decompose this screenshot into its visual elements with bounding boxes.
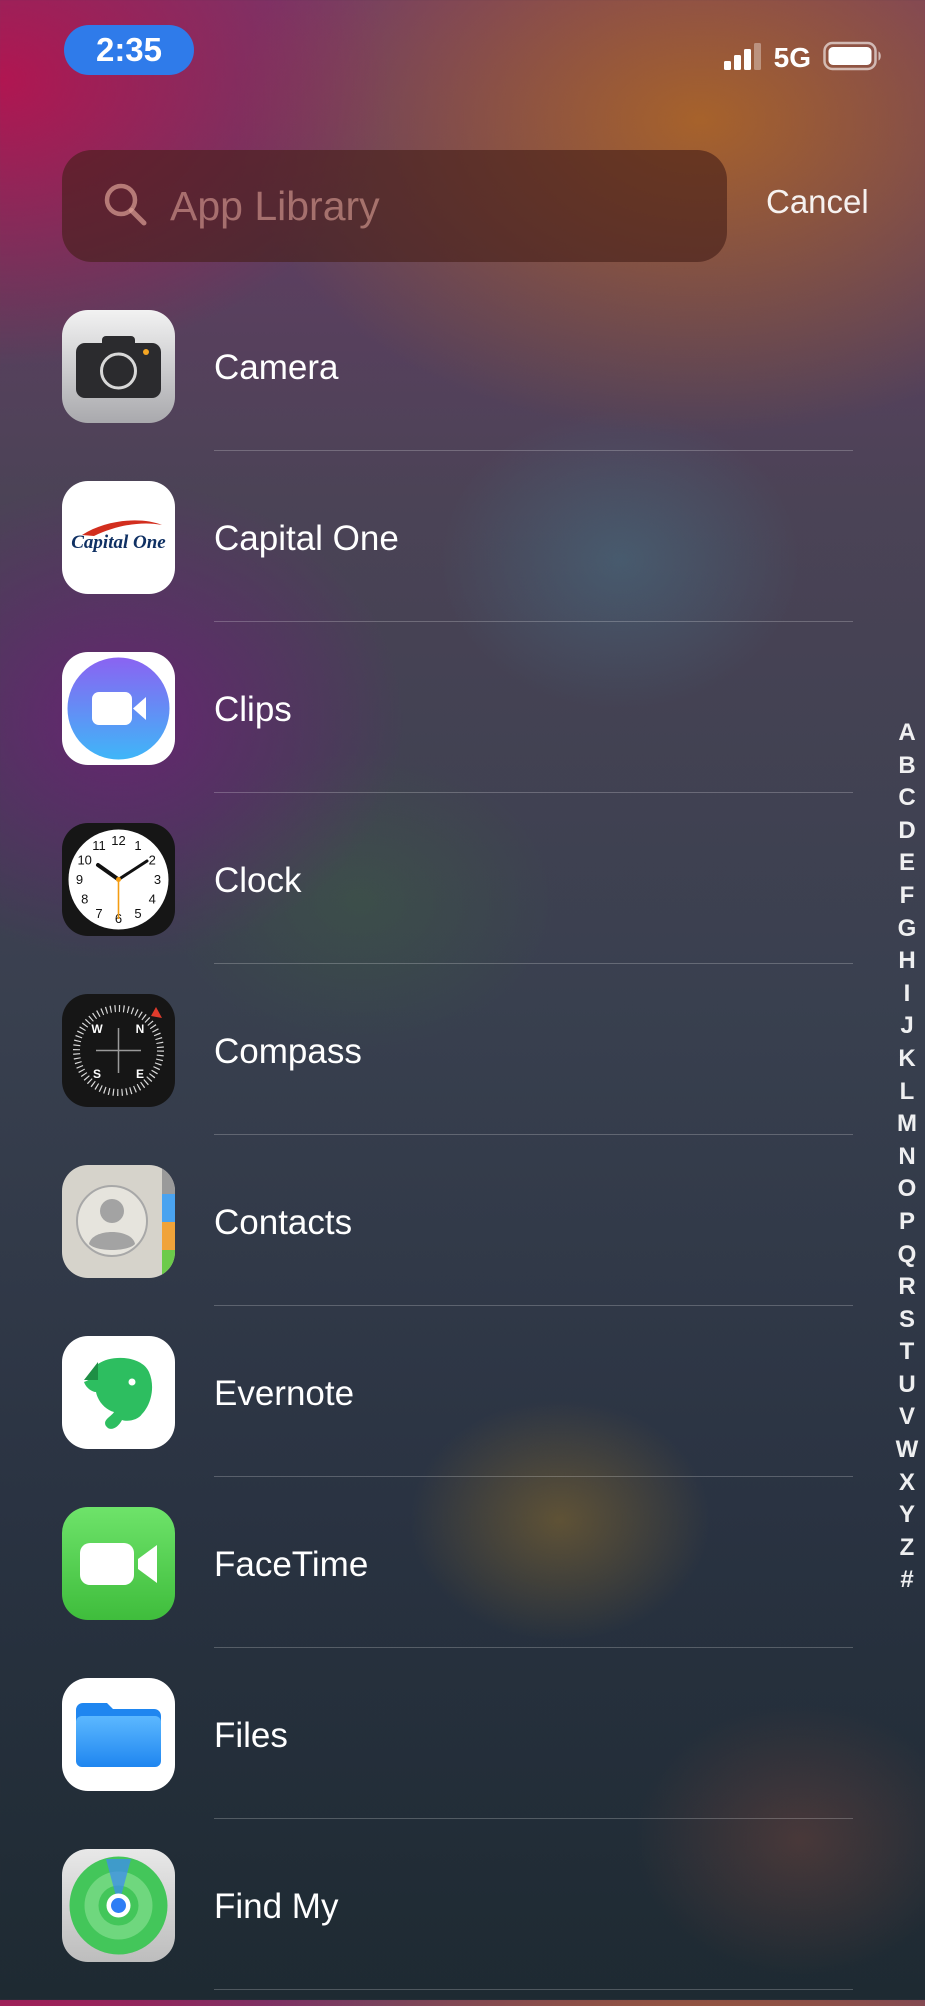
clock-number: 2 bbox=[149, 853, 156, 868]
evernote-icon bbox=[62, 1336, 175, 1449]
clock-number: 5 bbox=[134, 906, 141, 921]
index-letter[interactable]: N bbox=[898, 1141, 915, 1174]
index-letter[interactable]: Q bbox=[898, 1239, 917, 1272]
index-letter[interactable]: I bbox=[904, 978, 911, 1011]
find-my-icon bbox=[62, 1849, 175, 1962]
index-letter[interactable]: M bbox=[897, 1108, 917, 1141]
cancel-button[interactable]: Cancel bbox=[766, 183, 869, 221]
app-list: Camera Capital One Capital One Clips 12 … bbox=[0, 296, 925, 2006]
clock-icon: 121234567891011 bbox=[62, 823, 175, 936]
index-letter[interactable]: X bbox=[899, 1467, 915, 1500]
list-item-files[interactable]: Files bbox=[0, 1664, 925, 1835]
app-name: Clips bbox=[214, 690, 292, 729]
index-letter[interactable]: C bbox=[898, 782, 915, 815]
index-letter[interactable]: B bbox=[898, 750, 915, 783]
battery-icon bbox=[823, 41, 883, 76]
index-letter[interactable]: K bbox=[898, 1043, 915, 1076]
index-letter[interactable]: D bbox=[898, 815, 915, 848]
index-letter[interactable]: V bbox=[899, 1401, 915, 1434]
contacts-icon bbox=[62, 1165, 175, 1278]
list-item-capital-one[interactable]: Capital One Capital One bbox=[0, 467, 925, 638]
list-item-clock[interactable]: 121234567891011 Clock bbox=[0, 809, 925, 980]
signal-bars-icon bbox=[723, 42, 762, 75]
app-name: Find My bbox=[214, 1887, 339, 1926]
search-icon bbox=[102, 181, 148, 232]
list-item-facetime[interactable]: FaceTime bbox=[0, 1493, 925, 1664]
index-letter[interactable]: U bbox=[898, 1369, 915, 1402]
list-item-evernote[interactable]: Evernote bbox=[0, 1322, 925, 1493]
app-name: Compass bbox=[214, 1032, 362, 1071]
clock-number: 9 bbox=[76, 872, 83, 887]
index-letter[interactable]: H bbox=[898, 945, 915, 978]
row-divider bbox=[214, 1647, 853, 1648]
list-item-clips[interactable]: Clips bbox=[0, 638, 925, 809]
alphabet-index[interactable]: A B C D E F G H I J K L M N O P Q R S T U V W X Y Z # bbox=[890, 717, 924, 1597]
app-name: Evernote bbox=[214, 1374, 355, 1413]
clock-number: 8 bbox=[81, 892, 88, 907]
compass-n: N bbox=[136, 1022, 145, 1036]
capital-one-logo-text: Capital One bbox=[71, 532, 166, 553]
index-letter[interactable]: R bbox=[898, 1271, 915, 1304]
camera-icon bbox=[62, 310, 175, 423]
search-input[interactable] bbox=[170, 182, 690, 230]
row-divider bbox=[214, 1305, 853, 1306]
index-letter[interactable]: Y bbox=[899, 1499, 915, 1532]
compass-s: S bbox=[93, 1067, 101, 1081]
files-icon bbox=[62, 1678, 175, 1791]
row-divider bbox=[214, 1818, 853, 1819]
index-letter[interactable]: P bbox=[899, 1206, 915, 1239]
index-letter[interactable]: G bbox=[898, 913, 917, 946]
status-indicators: 5G bbox=[723, 38, 883, 78]
index-letter[interactable]: W bbox=[896, 1434, 919, 1467]
clock-number: 1 bbox=[134, 838, 141, 853]
clock-number: 12 bbox=[111, 833, 125, 848]
list-item-contacts[interactable]: Contacts bbox=[0, 1151, 925, 1322]
clips-icon bbox=[62, 652, 175, 765]
compass-icon: N E S W bbox=[62, 994, 175, 1107]
index-letter[interactable]: S bbox=[899, 1304, 915, 1337]
status-bar: 2:35 5G bbox=[0, 0, 925, 110]
index-letter[interactable]: Z bbox=[900, 1532, 915, 1565]
index-letter[interactable]: # bbox=[900, 1564, 913, 1597]
index-letter[interactable]: E bbox=[899, 847, 915, 880]
status-time[interactable]: 2:35 bbox=[64, 25, 194, 75]
row-divider bbox=[214, 621, 853, 622]
app-name: Clock bbox=[214, 861, 302, 900]
row-divider bbox=[214, 1989, 853, 1990]
index-letter[interactable]: A bbox=[898, 717, 915, 750]
app-name: Contacts bbox=[214, 1203, 353, 1242]
index-letter[interactable]: L bbox=[900, 1076, 915, 1109]
row-divider bbox=[214, 1476, 853, 1477]
app-name: Capital One bbox=[214, 519, 399, 558]
clock-number: 10 bbox=[77, 853, 91, 868]
list-item-find-my[interactable]: Find My bbox=[0, 1835, 925, 2006]
row-divider bbox=[214, 792, 853, 793]
index-letter[interactable]: T bbox=[900, 1336, 915, 1369]
compass-e: E bbox=[136, 1067, 144, 1081]
index-letter[interactable]: O bbox=[898, 1173, 917, 1206]
clock-number: 4 bbox=[149, 892, 156, 907]
clock-number: 3 bbox=[154, 872, 161, 887]
app-name: FaceTime bbox=[214, 1545, 369, 1584]
network-type: 5G bbox=[773, 42, 811, 73]
list-item-camera[interactable]: Camera bbox=[0, 296, 925, 467]
index-letter[interactable]: J bbox=[900, 1010, 913, 1043]
app-name: Camera bbox=[214, 348, 339, 387]
row-divider bbox=[214, 450, 853, 451]
app-name: Files bbox=[214, 1716, 288, 1755]
capital-one-icon: Capital One bbox=[62, 481, 175, 594]
compass-w: W bbox=[91, 1022, 103, 1036]
row-divider bbox=[214, 963, 853, 964]
clock-number: 11 bbox=[92, 838, 106, 853]
list-item-compass[interactable]: N E S W Compass bbox=[0, 980, 925, 1151]
search-field[interactable] bbox=[62, 150, 727, 262]
row-divider bbox=[214, 1134, 853, 1135]
clock-number: 7 bbox=[95, 906, 102, 921]
facetime-icon bbox=[62, 1507, 175, 1620]
index-letter[interactable]: F bbox=[900, 880, 915, 913]
